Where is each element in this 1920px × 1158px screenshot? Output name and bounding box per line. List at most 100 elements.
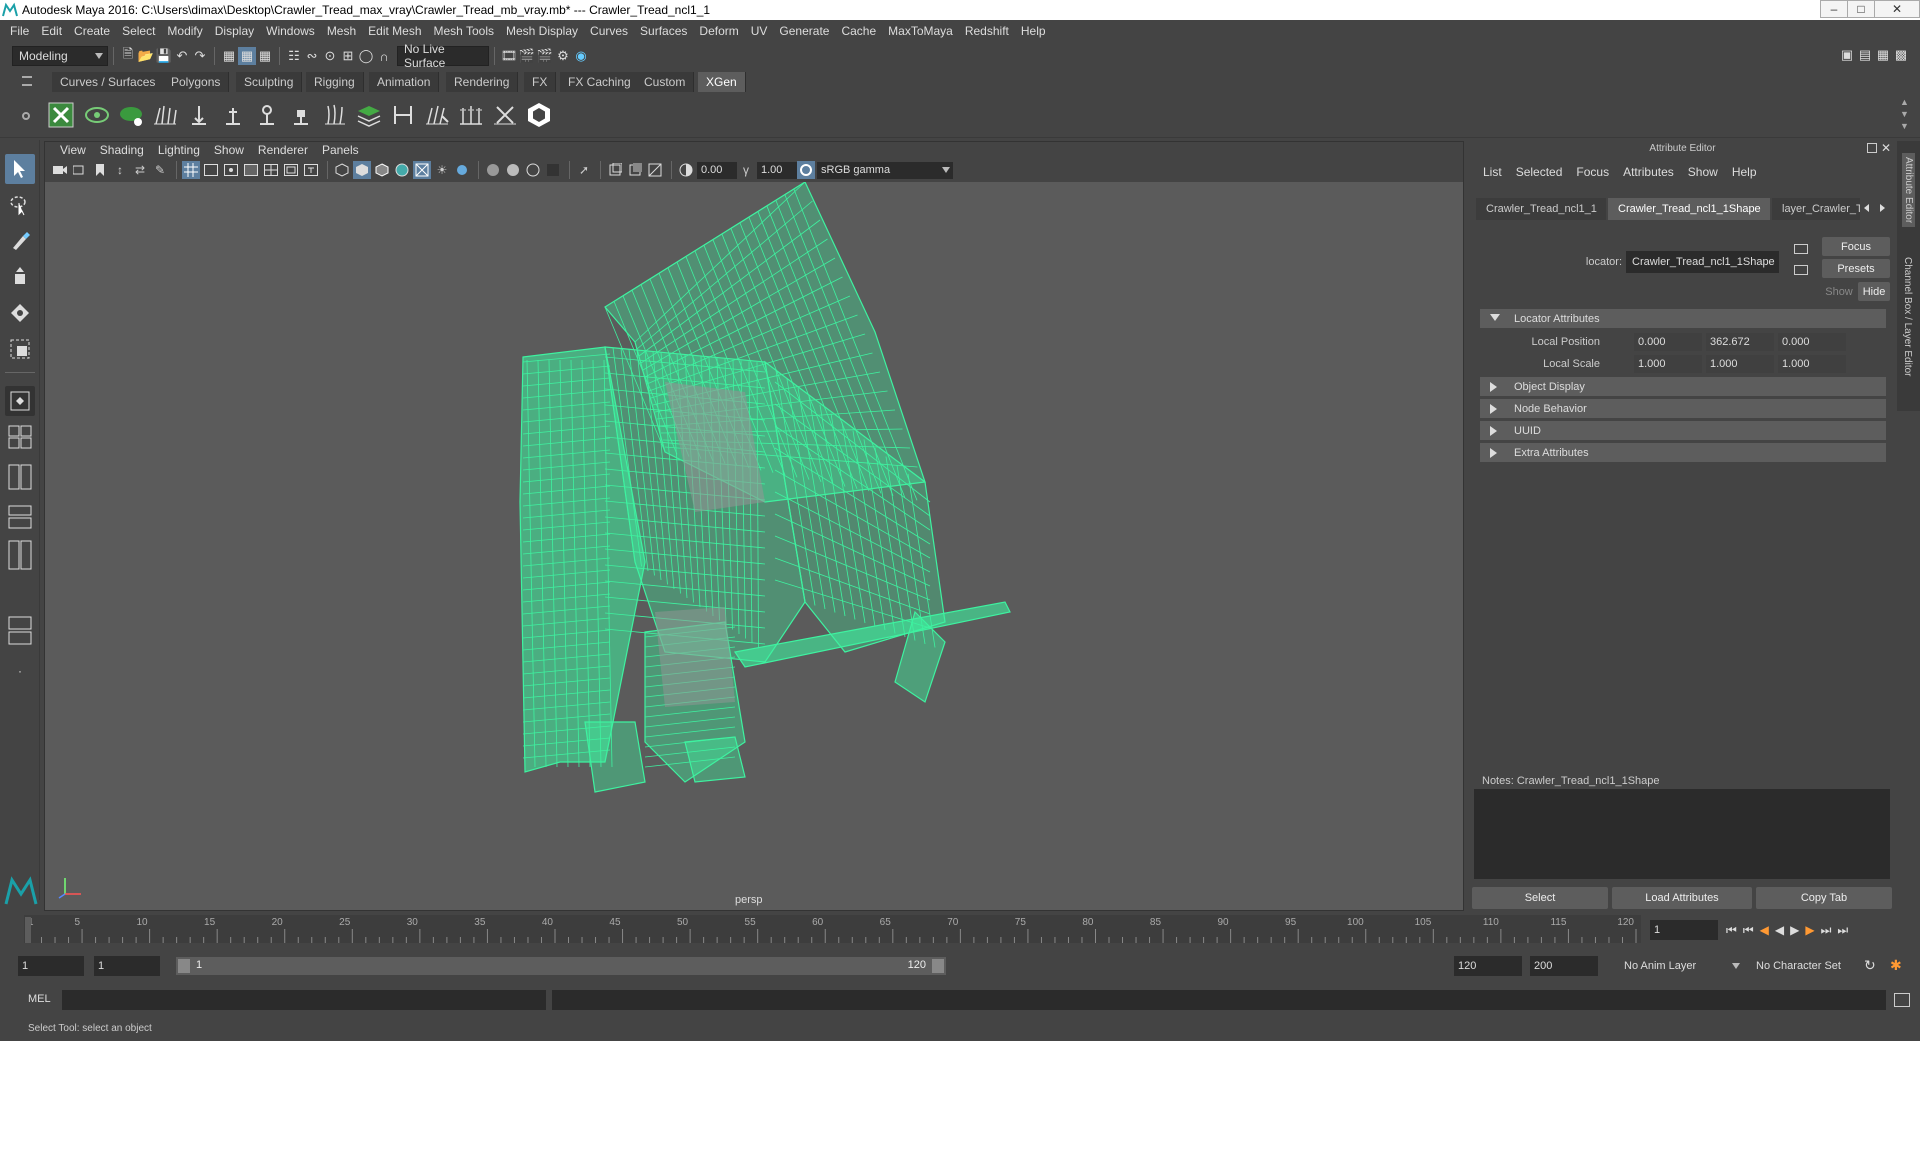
select-camera-icon[interactable] — [51, 161, 69, 179]
render-frame-icon[interactable]: 🎬 — [518, 47, 536, 65]
tab-transform[interactable]: Crawler_Tread_ncl1_1 — [1476, 198, 1606, 220]
render-settings-icon[interactable]: ⚙ — [554, 47, 572, 65]
single-view-layout-icon[interactable] — [5, 386, 35, 416]
ae-menu-selected[interactable]: Selected — [1509, 165, 1570, 179]
gate-mask-icon[interactable] — [242, 161, 260, 179]
menu-mesh-display[interactable]: Mesh Display — [500, 24, 584, 38]
scale-tool-icon[interactable] — [5, 334, 35, 364]
two-d-pan-icon[interactable]: ⇄ — [131, 161, 149, 179]
viewport-menu-lighting[interactable]: Lighting — [151, 143, 207, 157]
attribute-editor-toggle-icon[interactable]: ▤ — [1856, 46, 1874, 64]
local-scale-x[interactable]: 1.000 — [1634, 355, 1702, 373]
anti-aliasing-icon[interactable] — [524, 161, 542, 179]
shelf-tab-animation[interactable]: Animation — [369, 72, 440, 92]
menu-edit[interactable]: Edit — [35, 24, 68, 38]
local-position-x[interactable]: 0.000 — [1634, 333, 1702, 351]
menu-select[interactable]: Select — [116, 24, 161, 38]
close-panel-icon[interactable]: ✕ — [1881, 141, 1891, 155]
animation-end-field[interactable]: 200 — [1530, 956, 1598, 976]
shelf-options-icon[interactable] — [22, 112, 30, 120]
menu-generate[interactable]: Generate — [773, 24, 835, 38]
exposure-field[interactable]: 0.00 — [697, 161, 737, 179]
ipr-render-icon[interactable]: 🎬 — [536, 47, 554, 65]
menu-deform[interactable]: Deform — [693, 24, 744, 38]
range-start-handle[interactable] — [178, 959, 190, 973]
ae-menu-attributes[interactable]: Attributes — [1616, 165, 1681, 179]
lights-icon[interactable]: ☀ — [433, 161, 451, 179]
show-button[interactable]: Show — [1822, 282, 1856, 301]
ae-menu-focus[interactable]: Focus — [1569, 165, 1616, 179]
render-view-icon[interactable]: 🎞 — [500, 47, 518, 65]
safe-title-icon[interactable] — [302, 161, 320, 179]
snap-grid-icon[interactable]: ☷ — [285, 47, 303, 65]
xgen-primitive-icon[interactable] — [116, 100, 146, 130]
local-position-z[interactable]: 0.000 — [1778, 333, 1846, 351]
menu-mesh[interactable]: Mesh — [321, 24, 362, 38]
crawler-tread-wireframe[interactable] — [45, 182, 1465, 882]
film-gate-icon[interactable] — [202, 161, 220, 179]
command-input[interactable] — [62, 990, 546, 1010]
textured-icon[interactable] — [393, 161, 411, 179]
tab-shape[interactable]: Crawler_Tread_ncl1_1Shape — [1608, 198, 1770, 220]
menu-uv[interactable]: UV — [745, 24, 774, 38]
step-forward-frame-icon[interactable]: ▶ — [1805, 923, 1814, 937]
local-scale-z[interactable]: 1.000 — [1778, 355, 1846, 373]
outliner-layout-icon[interactable] — [5, 502, 35, 532]
view-transform-dropdown[interactable]: sRGB gamma — [817, 161, 953, 179]
xgen-interactive-groom-icon[interactable] — [524, 100, 554, 130]
xgen-create-description-icon[interactable] — [82, 100, 112, 130]
notes-field[interactable] — [1474, 789, 1890, 879]
menu-file[interactable]: File — [4, 24, 35, 38]
character-set-dropdown[interactable]: No Character Set — [1752, 956, 1860, 976]
viewport-menu-shading[interactable]: Shading — [93, 143, 151, 157]
safe-action-icon[interactable] — [282, 161, 300, 179]
xgen-layers-icon[interactable] — [354, 100, 384, 130]
backface-culling-icon[interactable] — [646, 161, 664, 179]
shelf-tab-fx[interactable]: FX — [524, 72, 557, 92]
shadows-icon[interactable] — [453, 161, 471, 179]
side-tab-attribute-editor[interactable]: Attribute Editor — [1902, 153, 1915, 228]
time-slider[interactable]: 1510152025303540455055606570758085909510… — [0, 913, 1920, 947]
tab-layer[interactable]: layer_Crawler_T — [1772, 198, 1860, 220]
load-attributes-button[interactable]: Load Attributes — [1612, 887, 1752, 909]
shelf-tab-rendering[interactable]: Rendering — [446, 72, 519, 92]
menu-modify[interactable]: Modify — [161, 24, 208, 38]
select-hierarchy-icon[interactable]: ▦ — [220, 47, 238, 65]
field-chart-icon[interactable] — [262, 161, 280, 179]
xgen-groom-icon[interactable] — [422, 100, 452, 130]
motion-blur-icon[interactable] — [504, 161, 522, 179]
animation-preferences-icon[interactable]: ✱ — [1890, 957, 1902, 974]
shelf-tab-custom[interactable]: Custom — [636, 72, 695, 92]
grease-pencil-icon[interactable]: ✎ — [151, 161, 169, 179]
shelf-scroll-icon[interactable]: ▲ ▼ ▼ — [1900, 96, 1910, 132]
xray-icon[interactable] — [413, 161, 431, 179]
ae-menu-show[interactable]: Show — [1681, 165, 1725, 179]
xray-joints-icon[interactable] — [606, 161, 624, 179]
step-back-frame-icon[interactable]: ◀ — [1760, 923, 1769, 937]
lasso-tool-icon[interactable] — [5, 190, 35, 220]
tab-scroll-left-icon[interactable] — [1864, 204, 1869, 212]
hypershade-icon[interactable]: ◉ — [572, 47, 590, 65]
focus-button[interactable]: Focus — [1822, 237, 1890, 256]
node-behavior-section[interactable]: Node Behavior — [1480, 399, 1886, 418]
image-plane-icon[interactable]: ↕ — [111, 161, 129, 179]
playback-start-field[interactable]: 1 — [94, 956, 160, 976]
xgen-guides-icon[interactable] — [150, 100, 180, 130]
menu-cache[interactable]: Cache — [835, 24, 882, 38]
xgen-place-guide-icon[interactable] — [218, 100, 248, 130]
menu-set-dropdown[interactable]: Modeling — [12, 46, 108, 66]
snap-view-icon[interactable]: ⊞ — [339, 47, 357, 65]
outliner-persp-layout-icon[interactable] — [5, 616, 35, 646]
live-surface-field[interactable]: No Live Surface — [397, 42, 489, 70]
menu-redshift[interactable]: Redshift — [959, 24, 1015, 38]
side-tab-channel-box[interactable]: Channel Box / Layer Editor — [1902, 257, 1913, 377]
command-language-label[interactable]: MEL — [28, 993, 51, 1005]
graph-layout-icon[interactable] — [5, 540, 35, 570]
step-forward-key-icon[interactable]: ⏭ — [1821, 923, 1832, 938]
object-display-section[interactable]: Object Display — [1480, 377, 1886, 396]
shelf-tab-sculpting[interactable]: Sculpting — [236, 72, 303, 92]
four-view-layout-icon[interactable] — [5, 422, 35, 452]
gamma-icon[interactable]: γ — [737, 161, 755, 179]
bookmark-icon[interactable] — [91, 161, 109, 179]
rotate-tool-icon[interactable] — [5, 298, 35, 328]
